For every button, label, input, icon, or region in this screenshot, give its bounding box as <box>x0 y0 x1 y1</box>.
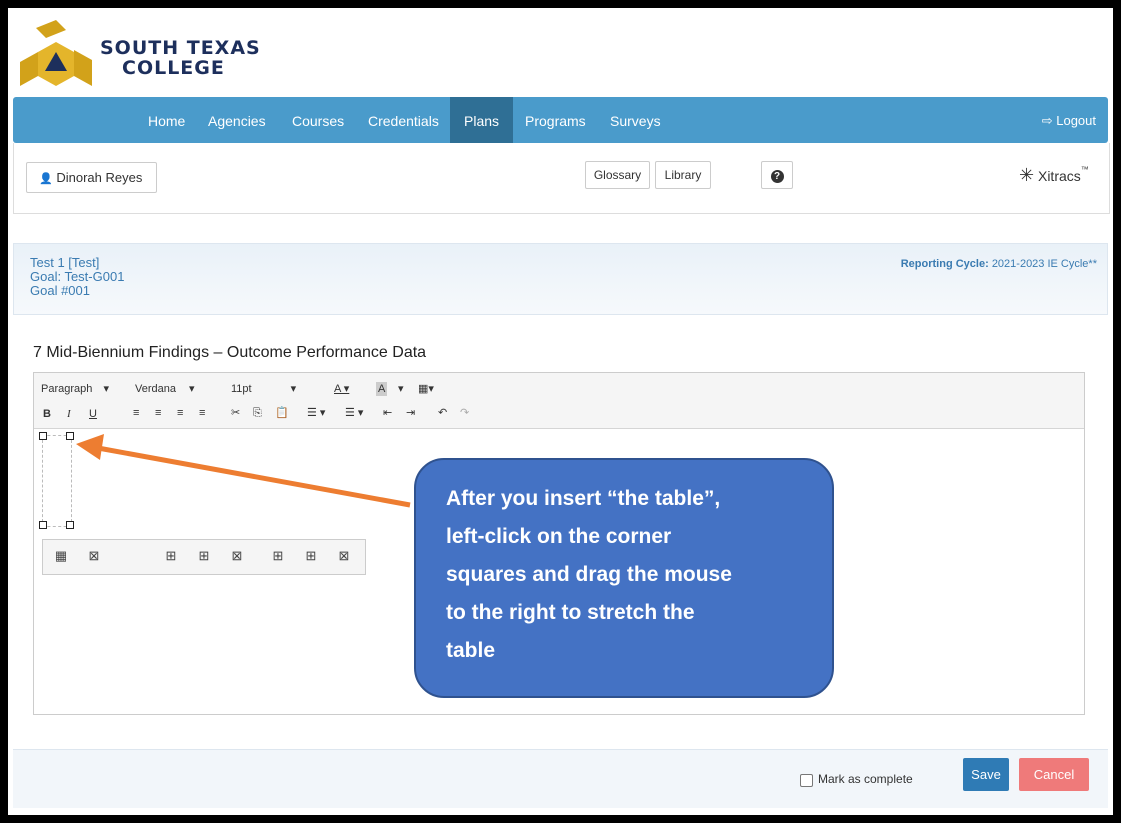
callout-line: table <box>446 639 496 662</box>
save-button[interactable]: Save <box>963 758 1009 791</box>
mark-complete-label[interactable]: Mark as complete <box>818 772 913 786</box>
form-footer: Mark as complete Save Cancel <box>13 749 1108 808</box>
cancel-button[interactable]: Cancel <box>1019 758 1089 791</box>
mark-complete-checkbox[interactable] <box>800 774 813 787</box>
instruction-callout: After you insert “the table”, left-click… <box>414 458 834 698</box>
callout-line: After you insert “the table”, <box>446 487 721 510</box>
callout-line: squares and drag the mouse <box>446 563 732 586</box>
app-window: SOUTH TEXAS COLLEGE Home Agencies Course… <box>8 8 1113 815</box>
callout-line: left-click on the corner <box>446 525 672 548</box>
callout-line: to the right to stretch the <box>446 601 695 624</box>
